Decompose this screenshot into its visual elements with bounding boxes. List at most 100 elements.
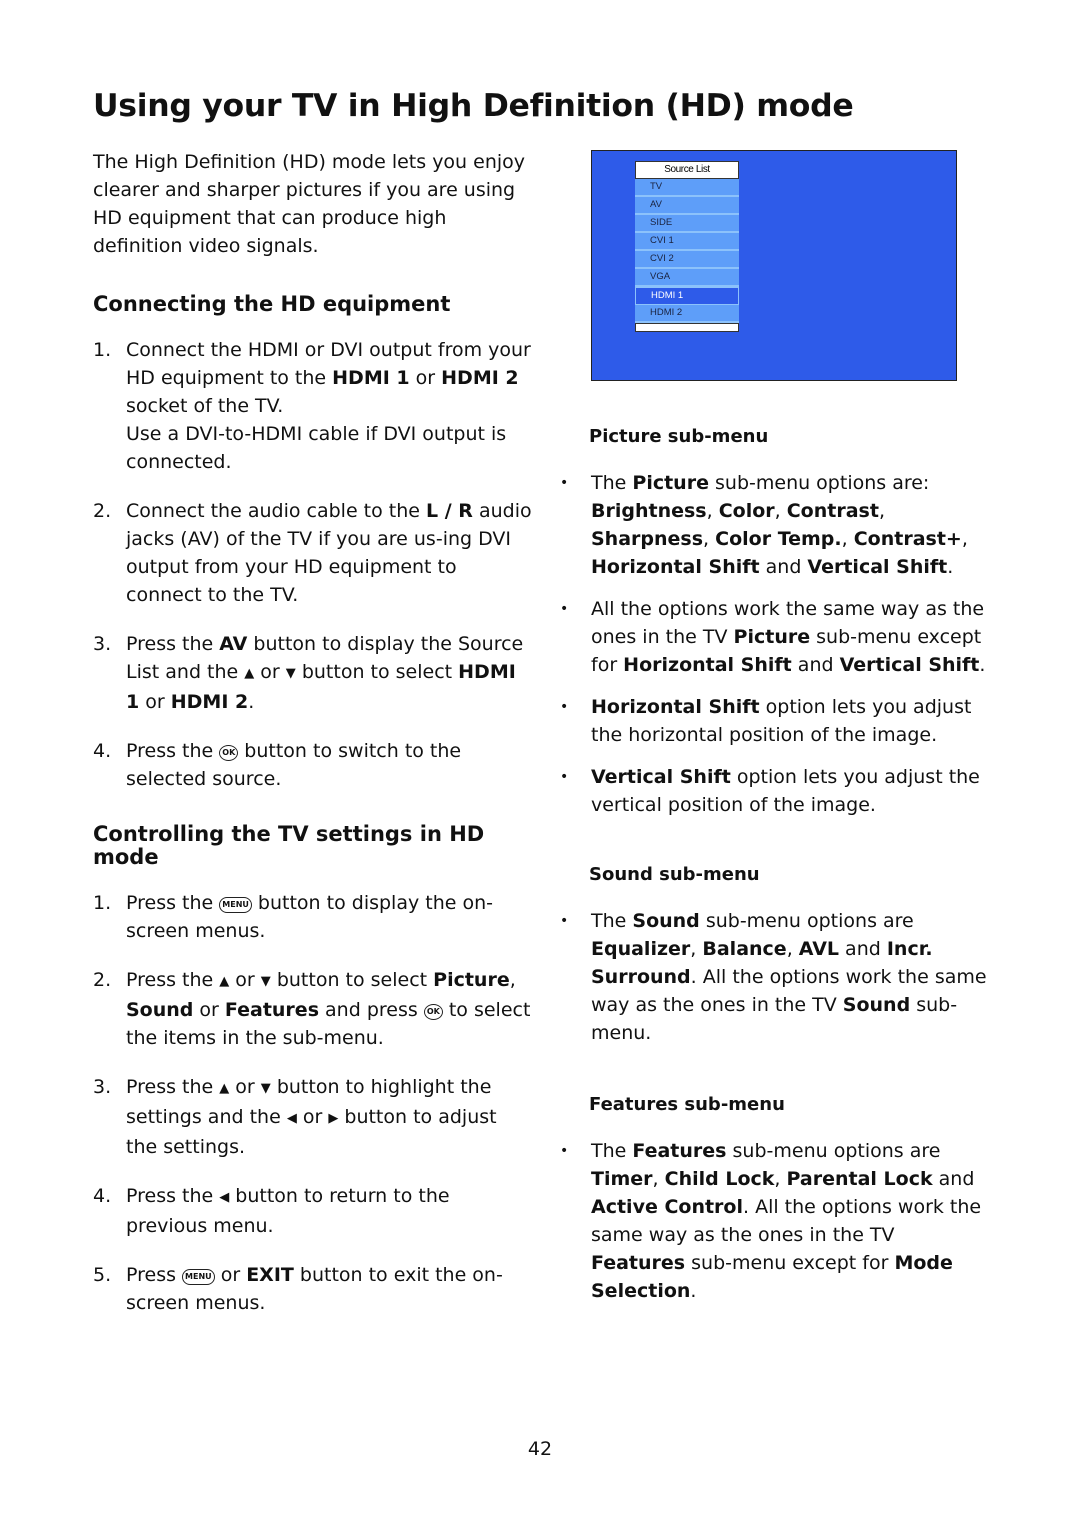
intro-paragraph: The High Definition (HD) mode lets you e… <box>93 151 526 257</box>
source-item-side: SIDE <box>635 215 739 233</box>
text: , <box>774 1168 787 1190</box>
text: The <box>591 910 633 932</box>
list-item: • Horizontal Shift option lets you adjust… <box>560 693 990 749</box>
down-arrow-icon: ▼ <box>260 974 271 989</box>
bullet-icon: • <box>560 1143 569 1159</box>
down-arrow-icon: ▼ <box>260 1081 271 1096</box>
text: . <box>947 556 954 578</box>
features-bullets: • The Features sub-menu options are Timer… <box>560 1137 990 1305</box>
step-number: 3. <box>93 633 112 655</box>
text: Press the <box>126 892 220 914</box>
text: and press <box>319 999 424 1021</box>
text: , <box>690 938 703 960</box>
text: Connect the audio cable to the <box>126 500 427 522</box>
bold-text: Contrast <box>786 500 879 522</box>
text: . <box>248 691 255 713</box>
bold-text: Brightness <box>591 500 707 522</box>
left-column: The High Definition (HD) mode lets you e… <box>93 148 533 1347</box>
text: , <box>774 500 787 522</box>
text: , <box>961 528 968 550</box>
bold-text: Color <box>718 500 775 522</box>
text: Press <box>126 1264 183 1286</box>
text: button to select <box>295 661 459 683</box>
text: . <box>979 654 986 676</box>
right-arrow-icon: ▶ <box>328 1111 339 1126</box>
text: or <box>229 1076 261 1098</box>
bold-text: AV <box>219 633 248 655</box>
source-list-footer <box>635 323 739 332</box>
left-arrow-icon: ◀ <box>286 1111 297 1126</box>
bold-text: Features <box>632 1140 727 1162</box>
text: , <box>509 969 516 991</box>
list-item: 3. Press the ▲ or ▼ button to highlight … <box>93 1073 533 1161</box>
text: and <box>932 1168 975 1190</box>
bold-text: Horizontal Shift <box>623 654 792 676</box>
bullet-icon: • <box>560 913 569 929</box>
menu-button-icon: MENU <box>182 1269 215 1285</box>
page-number: 42 <box>527 1438 553 1460</box>
bold-text: Vertical Shift <box>591 766 731 788</box>
list-item: 1. Connect the HDMI or DVI output from y… <box>93 336 533 476</box>
connecting-steps: 1. Connect the HDMI or DVI output from y… <box>93 336 533 793</box>
bold-text: HDMI 2 <box>170 691 249 713</box>
text: Press the <box>126 1185 220 1207</box>
bullet-icon: • <box>560 475 569 491</box>
text: The <box>591 1140 633 1162</box>
bold-text: L / R <box>426 500 473 522</box>
text: sub-menu except for <box>685 1252 895 1274</box>
text: , <box>878 500 885 522</box>
menu-button-icon: MENU <box>219 897 252 913</box>
bold-text: Sound <box>632 910 700 932</box>
bold-text: Sharpness <box>591 528 704 550</box>
source-item-cvi2: CVI 2 <box>635 251 739 269</box>
list-item: 5. Press MENU or EXIT button to exit the… <box>93 1261 533 1317</box>
text: sub-menu options are <box>699 910 914 932</box>
source-item-tv: TV <box>635 179 739 197</box>
source-item-hdmi1-selected: HDMI 1 <box>635 287 739 305</box>
ok-button-icon: OK <box>423 1004 443 1020</box>
list-item: 2. Connect the audio cable to the L / R … <box>93 497 533 609</box>
source-item-cvi1: CVI 1 <box>635 233 739 251</box>
up-arrow-icon: ▲ <box>219 1081 230 1096</box>
bold-text: Contrast+ <box>853 528 962 550</box>
step-number: 5. <box>93 1264 112 1286</box>
text: , <box>786 938 799 960</box>
sound-heading: Sound sub-menu <box>589 864 760 885</box>
list-item: • All the options work the same way as th… <box>560 595 990 679</box>
up-arrow-icon: ▲ <box>219 974 230 989</box>
text: or <box>139 691 171 713</box>
step-number: 1. <box>93 892 112 914</box>
text: or <box>254 661 286 683</box>
bold-text: Picture <box>433 969 510 991</box>
bold-text: Sound <box>842 994 911 1016</box>
text: The <box>591 472 633 494</box>
source-item-hdmi2: HDMI 2 <box>635 305 739 323</box>
text: and <box>791 654 840 676</box>
step-number: 2. <box>93 969 112 991</box>
text: sub-menu options are: <box>708 472 930 494</box>
tv-screen-illustration: Source List TV AV SIDE CVI 1 CVI 2 VGA H… <box>591 150 957 381</box>
step-number: 4. <box>93 740 112 762</box>
sound-bullets: • The Sound sub-menu options are Equalize… <box>560 907 990 1047</box>
bold-text: Picture <box>733 626 811 648</box>
text: or <box>193 999 225 1021</box>
text: and <box>759 556 808 578</box>
text: , <box>841 528 854 550</box>
text: Press the <box>126 1076 220 1098</box>
text: , <box>706 500 719 522</box>
bold-text: Horizontal Shift <box>591 696 760 718</box>
text: , <box>652 1168 665 1190</box>
bold-text: Active Control <box>591 1196 743 1218</box>
step-number: 1. <box>93 339 112 361</box>
source-item-av: AV <box>635 197 739 215</box>
bold-text: Parental Lock <box>786 1168 933 1190</box>
bold-text: AVL <box>798 938 840 960</box>
bold-text: HDMI 2 <box>441 367 519 389</box>
bold-text: Horizontal Shift <box>591 556 760 578</box>
bold-text: Features <box>591 1252 686 1274</box>
list-item: • The Sound sub-menu options are Equalize… <box>560 907 990 1047</box>
page-title: Using your TV in High Definition (HD) mo… <box>93 88 854 124</box>
text: , <box>703 528 716 550</box>
ok-button-icon: OK <box>219 745 239 761</box>
connecting-heading: Connecting the HD equipment <box>93 292 451 316</box>
